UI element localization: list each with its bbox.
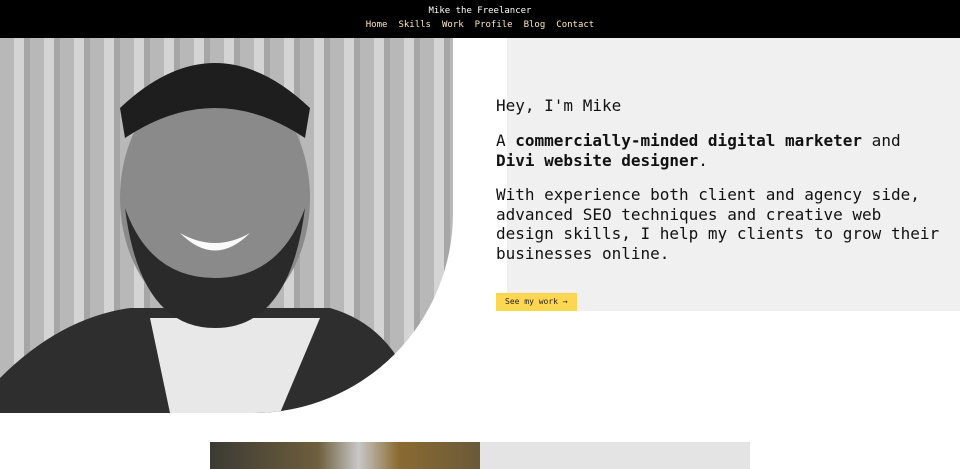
site-header: Mike the Freelancer Home Skills Work Pro…: [0, 0, 960, 38]
nav-blog[interactable]: Blog: [524, 20, 546, 30]
nav-contact[interactable]: Contact: [556, 20, 594, 30]
tagline-text: A: [496, 131, 516, 150]
hero-tagline: A commercially-minded digital marketer a…: [496, 131, 946, 171]
work-card-body: [480, 442, 750, 469]
hero-text: Hey, I'm Mike A commercially-minded digi…: [496, 96, 946, 263]
tagline-bold-role: Divi website designer: [496, 151, 699, 170]
nav-home[interactable]: Home: [366, 20, 388, 30]
portrait-photo: [0, 38, 453, 413]
tagline-bold-role: commercially-minded digital marketer: [515, 131, 863, 150]
main-nav: Home Skills Work Profile Blog Contact: [0, 20, 960, 30]
nav-profile[interactable]: Profile: [475, 20, 513, 30]
hero-description: With experience both client and agency s…: [496, 185, 940, 263]
work-card-image[interactable]: [210, 442, 480, 469]
site-title[interactable]: Mike the Freelancer: [0, 0, 960, 16]
tagline-text: .: [698, 151, 708, 170]
nav-work[interactable]: Work: [442, 20, 464, 30]
see-my-work-button[interactable]: See my work →: [496, 293, 577, 311]
hero-greeting: Hey, I'm Mike: [496, 96, 622, 115]
nav-skills[interactable]: Skills: [398, 20, 431, 30]
tagline-text: and: [862, 131, 901, 150]
